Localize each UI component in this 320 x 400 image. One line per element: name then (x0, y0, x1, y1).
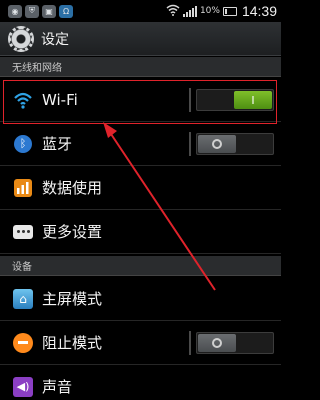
settings-item-sound[interactable]: ◀) 声音 (0, 365, 281, 400)
app-notification-icon: ◉ (8, 4, 22, 18)
settings-item-label: 主屏模式 (42, 290, 103, 308)
battery-icon (222, 6, 237, 16)
settings-item-more-settings[interactable]: 更多设置 (0, 210, 281, 254)
highlight-box (3, 80, 277, 124)
data-usage-icon (12, 177, 34, 199)
more-settings-icon (12, 221, 34, 243)
settings-item-bluetooth[interactable]: ᛒ 蓝牙 (0, 122, 281, 166)
toggle-knob (198, 135, 236, 153)
settings-item-label: 蓝牙 (42, 135, 73, 153)
settings-item-blocking-mode[interactable]: 阻止模式 (0, 321, 281, 365)
messenger-notification-icon: Ω (59, 4, 73, 18)
notification-icons: ◉ ⛨ ▣ Ω (0, 4, 73, 18)
section-label: 无线和网络 (12, 63, 62, 74)
gear-icon (8, 25, 34, 52)
blocking-mode-toggle[interactable] (196, 332, 274, 354)
settings-item-label: 阻止模式 (42, 334, 103, 352)
settings-item-data-usage[interactable]: 数据使用 (0, 166, 281, 210)
section-header-wireless: 无线和网络 (0, 57, 281, 77)
page-title: 设定 (41, 31, 69, 48)
signal-strength-icon (182, 5, 197, 17)
image-notification-icon: ▣ (42, 4, 56, 18)
settings-item-home-screen[interactable]: ⌂ 主屏模式 (0, 277, 281, 321)
battery-percent: 10% (199, 6, 220, 16)
bluetooth-icon: ᛒ (12, 133, 34, 155)
divider (189, 331, 191, 355)
sound-icon: ◀) (12, 376, 34, 398)
status-indicators: 10% 14:39 (166, 0, 277, 22)
settings-item-label: 数据使用 (42, 179, 103, 197)
section-header-device: 设备 (0, 256, 281, 276)
clock: 14:39 (241, 3, 277, 19)
divider (189, 132, 191, 156)
block-mode-icon (12, 332, 34, 354)
status-bar: ◉ ⛨ ▣ Ω 10% 14:39 (0, 0, 281, 22)
settings-item-label: 更多设置 (42, 223, 103, 241)
bluetooth-toggle[interactable] (196, 133, 274, 155)
shield-notification-icon: ⛨ (25, 4, 39, 18)
section-label: 设备 (12, 262, 32, 273)
toggle-knob (198, 334, 236, 352)
wifi-status-icon (166, 4, 180, 19)
home-screen-icon: ⌂ (12, 288, 34, 310)
title-bar: 设定 (0, 22, 281, 56)
settings-item-label: 声音 (42, 378, 73, 396)
